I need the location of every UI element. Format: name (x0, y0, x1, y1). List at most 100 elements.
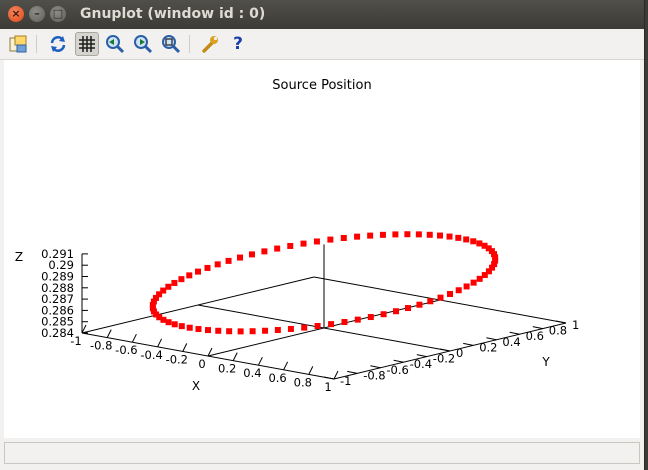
status-bar (4, 442, 640, 464)
settings-button[interactable] (198, 32, 222, 56)
data-point (470, 279, 477, 286)
y-tick-label: -0.8 (363, 368, 385, 382)
toolbar-separator (36, 35, 37, 53)
data-point (204, 264, 211, 271)
toolbar-separator (189, 35, 190, 53)
data-point (215, 327, 222, 334)
data-point (446, 233, 453, 240)
data-point (393, 308, 400, 315)
y-tick-label: 1 (572, 318, 579, 332)
data-point (476, 240, 483, 247)
data-point (340, 234, 347, 241)
x-tick (182, 343, 188, 352)
y-tick (323, 376, 335, 380)
x-tick (232, 352, 238, 361)
z-tick-label: 0.291 (41, 247, 74, 261)
data-point (237, 328, 244, 335)
settings-wrench-icon (202, 36, 218, 53)
y-tick-label: 0.4 (502, 335, 520, 349)
data-point (481, 242, 488, 249)
data-point (214, 261, 221, 268)
data-point (354, 316, 361, 323)
gnuplot-window: × – □ Gnuplot (window id : 0) ? Source P… (0, 0, 645, 470)
data-point (274, 245, 281, 252)
toolbar: ? (0, 29, 644, 60)
plot-area: Source Position -1 -0.8 -0.6 -0.4 -0.2 0 0.2 0.4… (4, 60, 640, 438)
data-point (165, 283, 172, 290)
y-tick-label: -0.6 (386, 363, 408, 377)
data-point (415, 231, 422, 238)
data-point (380, 311, 387, 318)
data-point (404, 231, 411, 238)
maximize-window-button[interactable]: □ (50, 6, 66, 22)
data-point (178, 276, 185, 283)
title-bar[interactable]: × – □ Gnuplot (window id : 0) (0, 0, 644, 29)
y-tick (463, 342, 474, 346)
z-axis-label: Z (15, 250, 23, 264)
data-point (186, 324, 193, 331)
y-tick-label: 0.6 (526, 329, 544, 343)
data-point (327, 236, 334, 243)
data-point (426, 231, 433, 238)
help-button[interactable]: ? (226, 32, 250, 56)
export-button[interactable] (6, 32, 30, 56)
chart-title: Source Position (272, 78, 371, 93)
data-point (470, 238, 477, 245)
data-point (261, 248, 268, 255)
export-icon (9, 35, 27, 53)
data-point (205, 327, 211, 334)
replot-button[interactable] (46, 32, 70, 56)
x-tick-label: 0.2 (218, 362, 236, 376)
data-point (447, 290, 453, 297)
data-point (313, 238, 320, 245)
help-icon: ? (233, 34, 243, 54)
data-point (237, 254, 244, 261)
x-axis-label: X (192, 379, 200, 393)
data-point (463, 283, 470, 290)
x-tick (283, 361, 289, 371)
replot-icon (50, 36, 66, 52)
data-point (171, 279, 178, 286)
data-point (195, 268, 201, 275)
zoom-previous-button[interactable] (103, 32, 127, 56)
chart-svg: Source Position-1 -0.8 -0.6 -0.4 -0.2 0 0.2 0.4… (15, 78, 579, 394)
close-window-button[interactable]: × (8, 6, 24, 22)
data-point (287, 325, 294, 332)
data-point (262, 327, 269, 334)
toggle-grid-button[interactable] (75, 32, 99, 56)
x-tick (257, 356, 263, 366)
data-point (341, 319, 348, 326)
data-point (455, 287, 462, 294)
data-point (160, 316, 167, 323)
zoom-previous-icon (106, 35, 125, 54)
x-tick-label: 0 (198, 357, 205, 371)
data-point (248, 251, 255, 258)
data-point (195, 326, 202, 333)
data-point (392, 231, 399, 238)
data-point (404, 305, 411, 312)
data-point (249, 328, 256, 335)
data-point (354, 233, 361, 240)
autoscale-button[interactable] (159, 32, 183, 56)
x-tick-label: 0.8 (294, 375, 312, 389)
x-tick-label: -0.4 (140, 348, 162, 362)
y-tick-label: -0.2 (433, 352, 455, 366)
x-tick-label: -0.8 (90, 339, 112, 353)
minimize-window-button[interactable]: – (29, 6, 45, 22)
zoom-next-button[interactable] (131, 32, 155, 56)
grid-icon (79, 36, 95, 52)
data-point (328, 321, 335, 328)
x-tick (106, 329, 112, 338)
data-point (463, 236, 470, 243)
data-point (225, 257, 232, 264)
data-point (171, 321, 178, 328)
data-point (287, 242, 294, 249)
x-tick-label: 0.4 (243, 366, 261, 380)
y-tick-label: 0 (456, 346, 463, 360)
data-point (367, 232, 374, 239)
x-tick (131, 333, 137, 343)
x-tick-label: -0.6 (115, 343, 137, 357)
data-point (301, 324, 308, 331)
x-tick-label: 0.6 (268, 371, 286, 385)
data-point (300, 240, 307, 247)
